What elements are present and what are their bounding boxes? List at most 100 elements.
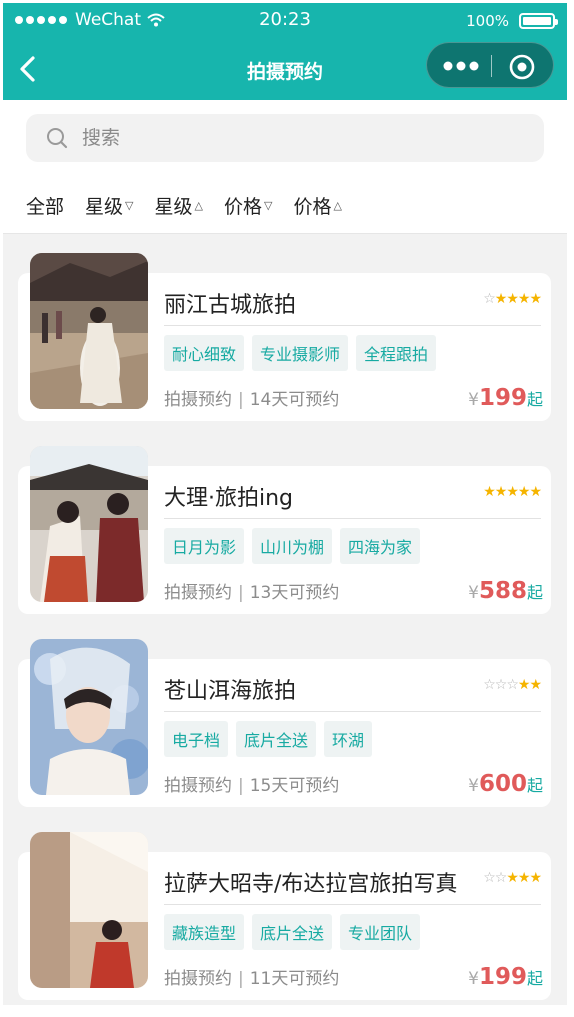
star-empty-icon: ☆ [494,870,508,886]
divider [164,325,541,326]
tag: 日月为影 [164,528,245,564]
target-close-icon[interactable] [509,54,535,80]
search-filter-bar: 全部 星级▽ 星级△ 价格▽ 价格△ [3,100,567,234]
currency-symbol: ¥ [468,776,479,796]
currency-symbol: ¥ [468,969,479,989]
filter-price-desc[interactable]: 价格 ▽ [224,192,272,219]
tag: 底片全送 [252,914,333,950]
search-box [26,114,544,162]
price-value: 199 [478,964,527,990]
star-filled-icon: ★ [494,484,508,500]
star-empty-icon: ☆ [483,291,496,307]
product-name: 丽江古城旅拍 [164,293,297,318]
sort-up-icon: △ [194,199,203,212]
product-photo [30,253,148,409]
price-suffix: 起 [526,969,543,988]
price-value: 199 [478,385,527,411]
filter-rating-asc[interactable]: 星级 △ [155,192,203,219]
star-filled-icon: ★ [517,677,531,693]
star-empty-icon: ☆ [506,677,519,693]
availability: 15天可预约 [249,776,340,796]
meta-label: 拍摄预约 [164,776,232,796]
price-value: 588 [478,578,527,604]
tag-list: 日月为影 山川为棚 四海为家 [164,528,421,564]
divider [164,518,541,519]
list-item[interactable]: 苍山洱海旅拍 ☆☆☆★★ 电子档 底片全送 环湖 拍摄预约 | 15天可预约 ¥60… [18,639,551,807]
more-dots-icon[interactable] [443,59,479,73]
availability-info: 拍摄预约 | 13天可预约 [164,578,339,603]
star-filled-icon: ★ [483,484,496,500]
list-item[interactable]: 大理·旅拍ing ★★★★★ 日月为影 山川为棚 四海为家 拍摄预约 | 13天可预… [18,446,551,614]
filter-all[interactable]: 全部 [26,192,64,219]
sort-up-icon: △ [333,199,342,212]
star-filled-icon: ★ [529,291,542,307]
availability: 11天可预约 [249,969,340,989]
availability-info: 拍摄预约 | 11天可预约 [164,964,339,989]
filter-tabs: 全部 星级 ▽ 星级 △ 价格 ▽ 价格 △ [26,192,342,219]
availability: 14天可预约 [249,390,340,410]
divider [164,711,541,712]
sort-down-icon: ▽ [125,199,134,212]
filter-rating-desc[interactable]: 星级 ▽ [85,192,133,219]
meta-separator: | [238,390,244,410]
tag: 环湖 [324,721,373,757]
price-value: 600 [478,771,527,797]
header: WeChat 20:23 100% 拍摄预约 [3,3,567,100]
product-name: 大理·旅拍ing [164,486,294,511]
filter-label: 价格 [223,196,262,218]
search-icon [47,128,68,149]
tag-list: 藏族造型 底片全送 专业团队 [164,914,421,950]
star-empty-icon: ☆ [494,677,508,693]
tag: 山川为棚 [252,528,333,564]
tag: 四海为家 [340,528,421,564]
list-item[interactable]: 拉萨大昭寺/布达拉宫旅拍写真 ☆☆★★★ 藏族造型 底片全送 专业团队 拍摄预约… [18,832,551,1000]
availability: 13天可预约 [249,583,340,603]
battery-percent: 100% [466,12,509,30]
filter-price-asc[interactable]: 价格 △ [293,192,341,219]
product-photo [30,639,148,795]
battery-icon [519,13,558,29]
star-filled-icon: ★ [494,291,508,307]
star-empty-icon: ☆ [483,870,496,886]
product-photo [30,446,148,602]
rating-stars: ★★★★★ [483,484,542,500]
filter-label: 星级 [154,196,193,218]
tag: 专业团队 [340,914,421,950]
tag: 耐心细致 [164,335,245,371]
star-filled-icon: ★ [529,870,542,886]
sort-down-icon: ▽ [264,199,273,212]
meta-label: 拍摄预约 [164,583,232,603]
star-filled-icon: ★ [506,870,519,886]
price: ¥199起 [468,964,543,990]
meta-separator: | [238,583,244,603]
currency-symbol: ¥ [468,583,479,603]
search-input[interactable] [82,124,522,152]
product-name: 拉萨大昭寺/布达拉宫旅拍写真 [164,872,458,897]
product-photo [30,832,148,988]
rating-stars: ☆☆★★★ [483,870,542,886]
battery-fill [523,17,551,25]
star-empty-icon: ☆ [483,677,496,693]
list-item[interactable]: 丽江古城旅拍 ☆★★★★ 耐心细致 专业摄影师 全程跟拍 拍摄预约 | 14天可预约… [18,253,551,421]
star-filled-icon: ★ [517,484,531,500]
filter-label: 全部 [26,196,65,218]
star-filled-icon: ★ [506,291,519,307]
tag: 藏族造型 [164,914,245,950]
meta-label: 拍摄预约 [164,390,232,410]
price: ¥199起 [468,385,543,411]
status-bar: WeChat 20:23 100% [3,3,567,37]
availability-info: 拍摄预约 | 14天可预约 [164,385,339,410]
star-filled-icon: ★ [517,870,531,886]
tag: 电子档 [164,721,229,757]
mini-program-capsule [426,42,554,88]
product-name: 苍山洱海旅拍 [164,679,297,704]
divider [164,904,541,905]
rating-stars: ☆★★★★ [483,291,542,307]
meta-separator: | [238,776,244,796]
availability-info: 拍摄预约 | 15天可预约 [164,771,339,796]
star-filled-icon: ★ [529,677,542,693]
price: ¥588起 [468,578,543,604]
meta-separator: | [238,969,244,989]
tag: 全程跟拍 [356,335,437,371]
price-suffix: 起 [526,583,543,602]
